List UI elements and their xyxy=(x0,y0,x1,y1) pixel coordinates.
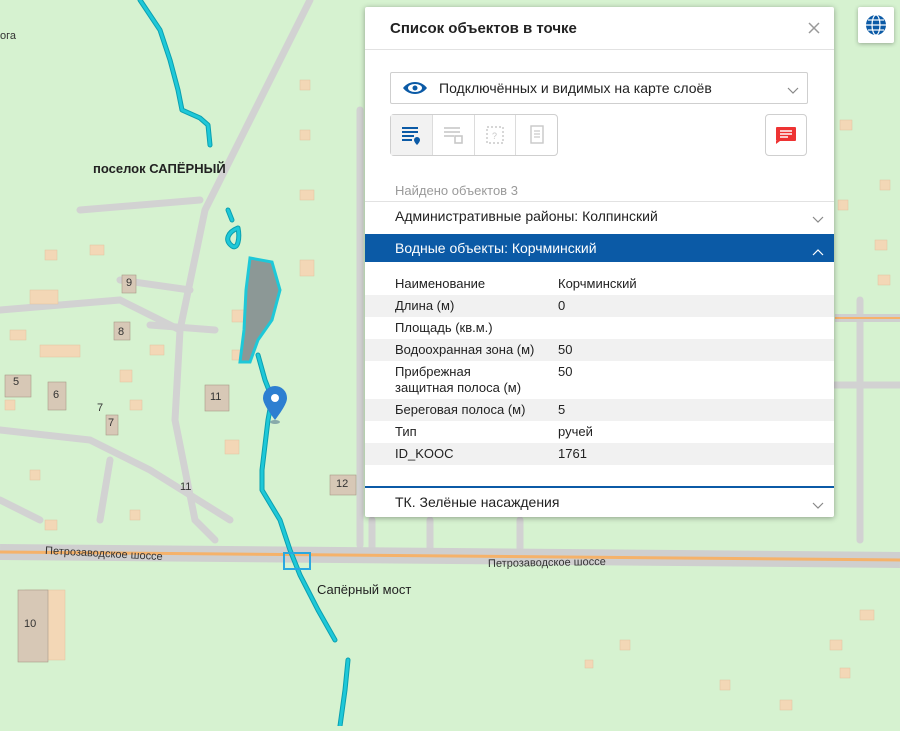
result-group-water[interactable]: Водные объекты: Корчминский xyxy=(365,234,834,262)
group-label: ТК. Зелёные насаждения xyxy=(395,494,560,510)
report-icon xyxy=(776,127,796,144)
group-label: Административные районы: Колпинский xyxy=(395,208,658,224)
building-number: 7 xyxy=(108,417,115,429)
table-icon xyxy=(444,127,463,144)
document-icon xyxy=(529,125,544,144)
bridge-label: Сапёрный мост xyxy=(317,582,412,597)
table-view-button[interactable] xyxy=(433,115,475,155)
table-row: Водоохранная зона (м) 50 xyxy=(365,339,834,361)
chevron-down-icon xyxy=(812,211,824,229)
building-number: 10 xyxy=(24,618,37,630)
settlement-label: поселок САПЁРНЫЙ xyxy=(93,161,226,176)
table-row: Береговая полоса (м) 5 xyxy=(365,399,834,421)
table-row: ID_KOOC 1761 xyxy=(365,443,834,465)
objects-at-point-panel: Список объектов в точке Подключённых и в… xyxy=(365,7,834,517)
building-number: 11 xyxy=(210,391,222,403)
document-button[interactable] xyxy=(516,115,557,155)
building-number: 11 xyxy=(180,481,192,493)
road-label-right: Петрозаводское шоссе xyxy=(487,555,606,571)
group-label: Водные объекты: Корчминский xyxy=(395,240,597,256)
list-location-icon xyxy=(402,127,421,145)
layer-filter-select[interactable]: Подключённых и видимых на карте слоёв xyxy=(390,72,808,104)
panel-header: Список объектов в точке xyxy=(365,7,834,50)
building-number: 5 xyxy=(13,376,20,388)
globe-icon xyxy=(866,14,886,36)
result-group-districts[interactable]: Административные районы: Колпинский xyxy=(365,201,834,230)
building-number: 6 xyxy=(53,389,60,401)
building-number: 9 xyxy=(126,277,133,289)
table-row: Тип ручей xyxy=(395,424,593,439)
select-area-button[interactable]: ? xyxy=(475,115,517,155)
eye-icon xyxy=(401,80,429,101)
table-row: Наименование Корчминский xyxy=(395,276,637,291)
attribute-table: Наименование Корчминский Длина (м) 0 Площа… xyxy=(365,273,834,465)
close-button[interactable] xyxy=(804,18,824,38)
result-group-green[interactable]: ТК. Зелёные насаждения xyxy=(365,486,834,518)
svg-text:?: ? xyxy=(492,131,497,141)
table-row: Прибрежная защитная полоса (м) 50 xyxy=(395,364,573,395)
panel-title: Список объектов в точке xyxy=(390,20,577,37)
chevron-up-icon xyxy=(812,243,824,261)
view-mode-toolbar: ? xyxy=(390,114,558,156)
table-row: Длина (м) 0 xyxy=(365,295,834,317)
partial-label: ога xyxy=(0,30,17,42)
table-row: Площадь (кв.м.) xyxy=(395,320,493,335)
report-button[interactable] xyxy=(765,114,807,156)
basemap-button[interactable] xyxy=(858,7,894,43)
chevron-down-icon xyxy=(787,82,799,100)
list-map-button[interactable] xyxy=(391,115,433,155)
selection-frame-icon: ? xyxy=(486,126,504,144)
found-count: Найдено объектов 3 xyxy=(395,183,518,198)
chevron-down-icon xyxy=(812,497,824,515)
building-number: 12 xyxy=(336,478,349,490)
building-number: 7 xyxy=(97,402,104,414)
layer-select-value: Подключённых и видимых на карте слоёв xyxy=(439,80,712,96)
close-icon xyxy=(808,22,820,34)
building-number: 8 xyxy=(118,326,125,338)
